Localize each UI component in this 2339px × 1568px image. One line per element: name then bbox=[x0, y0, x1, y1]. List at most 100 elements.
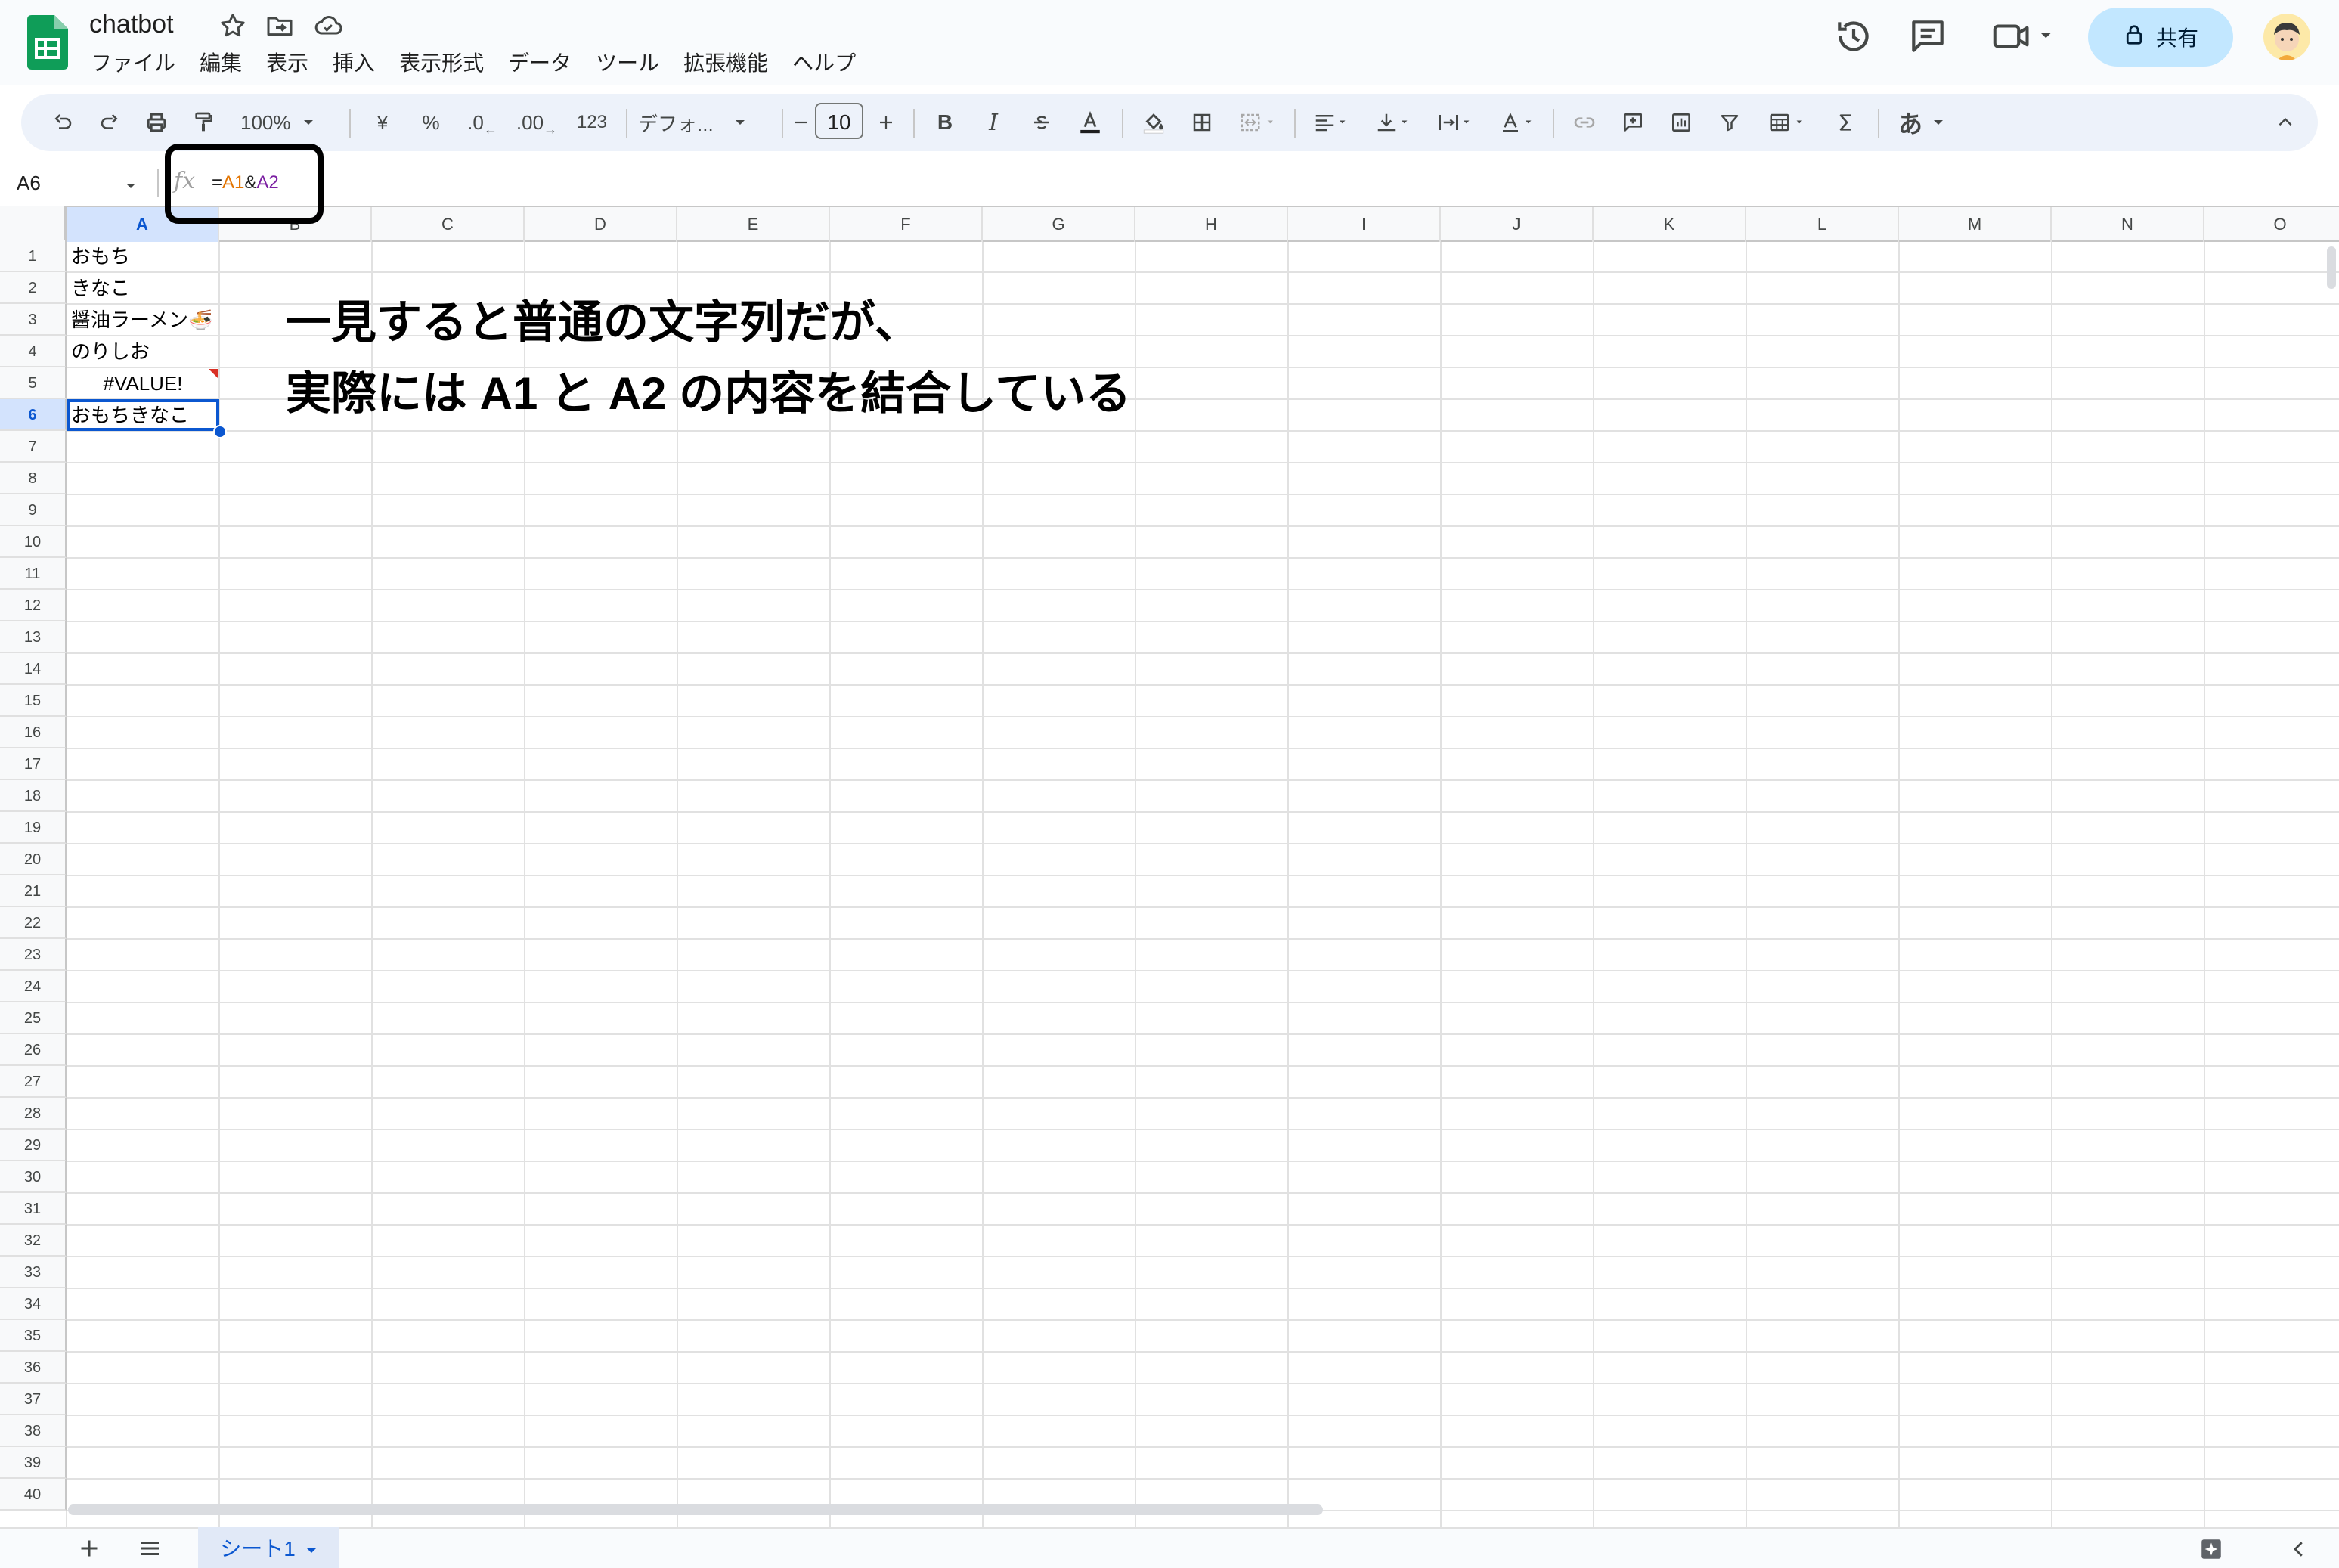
font-size-input[interactable]: 10 bbox=[815, 103, 863, 139]
error-indicator[interactable] bbox=[209, 369, 218, 378]
currency-format-button[interactable]: ¥ bbox=[361, 94, 404, 151]
text-color-icon[interactable] bbox=[1069, 94, 1111, 151]
row-header-22[interactable]: 22 bbox=[0, 907, 67, 939]
row-header-8[interactable]: 8 bbox=[0, 463, 67, 494]
row-header-5[interactable]: 5 bbox=[0, 367, 67, 399]
redo-icon[interactable] bbox=[91, 94, 129, 151]
version-history-icon[interactable] bbox=[1832, 15, 1875, 57]
row-header-28[interactable]: 28 bbox=[0, 1098, 67, 1130]
fill-color-icon[interactable] bbox=[1132, 94, 1175, 151]
filter-views-icon[interactable] bbox=[1757, 94, 1817, 151]
menu-view[interactable]: 表示 bbox=[254, 47, 321, 80]
row-header-25[interactable]: 25 bbox=[0, 1002, 67, 1034]
row-header-35[interactable]: 35 bbox=[0, 1320, 67, 1352]
row-header-32[interactable]: 32 bbox=[0, 1225, 67, 1257]
row-header-24[interactable]: 24 bbox=[0, 971, 67, 1002]
column-header-o[interactable]: O bbox=[2204, 207, 2339, 242]
row-header-38[interactable]: 38 bbox=[0, 1415, 67, 1447]
column-header-f[interactable]: F bbox=[830, 207, 983, 242]
number-format-button[interactable]: 123 bbox=[567, 94, 617, 151]
text-wrapping-icon[interactable] bbox=[1429, 94, 1483, 151]
row-header-9[interactable]: 9 bbox=[0, 494, 67, 526]
name-box-dropdown-icon[interactable] bbox=[125, 180, 136, 194]
row-header-27[interactable]: 27 bbox=[0, 1066, 67, 1098]
font-family-select[interactable]: デフォ... bbox=[638, 94, 774, 151]
sheet-tab-active[interactable]: シート1 bbox=[198, 1527, 339, 1568]
cell-a1[interactable]: おもち bbox=[67, 240, 219, 272]
input-tools-button[interactable]: あ bbox=[1888, 94, 1953, 151]
menu-extensions[interactable]: 拡張機能 bbox=[671, 47, 780, 80]
decrease-font-size-icon[interactable] bbox=[788, 94, 813, 151]
column-header-d[interactable]: D bbox=[525, 207, 677, 242]
insert-link-icon[interactable] bbox=[1563, 94, 1606, 151]
document-title[interactable]: chatbot bbox=[89, 6, 174, 42]
bold-button[interactable]: B bbox=[924, 94, 966, 151]
row-header-3[interactable]: 3 bbox=[0, 304, 67, 336]
vertical-scrollbar[interactable] bbox=[2327, 246, 2336, 289]
row-header-31[interactable]: 31 bbox=[0, 1193, 67, 1225]
star-icon[interactable] bbox=[218, 11, 248, 41]
increase-font-size-icon[interactable] bbox=[869, 94, 903, 151]
vertical-align-icon[interactable] bbox=[1367, 94, 1421, 151]
print-icon[interactable] bbox=[138, 94, 175, 151]
cloud-saved-icon[interactable] bbox=[313, 11, 343, 41]
horizontal-scrollbar[interactable] bbox=[68, 1504, 1323, 1515]
row-header-29[interactable]: 29 bbox=[0, 1130, 67, 1161]
row-header-11[interactable]: 11 bbox=[0, 558, 67, 590]
name-box[interactable]: A6 bbox=[17, 160, 138, 206]
insert-comment-icon[interactable] bbox=[1612, 94, 1654, 151]
menu-file[interactable]: ファイル bbox=[79, 47, 187, 80]
row-header-13[interactable]: 13 bbox=[0, 621, 67, 653]
explore-icon[interactable] bbox=[2198, 1536, 2224, 1562]
increase-decimal-button[interactable]: .00 → bbox=[508, 94, 565, 151]
column-header-e[interactable]: E bbox=[677, 207, 830, 242]
row-header-10[interactable]: 10 bbox=[0, 526, 67, 558]
meet-video-icon[interactable] bbox=[1990, 15, 2058, 57]
row-header-40[interactable]: 40 bbox=[0, 1479, 67, 1511]
cell-a2[interactable]: きなこ bbox=[67, 272, 219, 304]
zoom-select[interactable]: 100% bbox=[240, 94, 331, 151]
row-header-12[interactable]: 12 bbox=[0, 590, 67, 621]
row-header-20[interactable]: 20 bbox=[0, 844, 67, 875]
row-header-18[interactable]: 18 bbox=[0, 780, 67, 812]
share-button[interactable]: 共有 bbox=[2088, 8, 2233, 67]
row-header-26[interactable]: 26 bbox=[0, 1034, 67, 1066]
fill-handle[interactable] bbox=[213, 425, 227, 438]
row-header-21[interactable]: 21 bbox=[0, 875, 67, 907]
column-header-i[interactable]: I bbox=[1288, 207, 1441, 242]
row-header-14[interactable]: 14 bbox=[0, 653, 67, 685]
all-sheets-icon[interactable] bbox=[136, 1535, 163, 1562]
cell-a5[interactable]: #VALUE! bbox=[67, 367, 219, 399]
row-header-37[interactable]: 37 bbox=[0, 1384, 67, 1415]
column-header-c[interactable]: C bbox=[372, 207, 525, 242]
strikethrough-icon[interactable] bbox=[1021, 94, 1063, 151]
select-all-corner[interactable] bbox=[0, 206, 67, 240]
column-header-g[interactable]: G bbox=[983, 207, 1135, 242]
menu-edit[interactable]: 編集 bbox=[187, 47, 254, 80]
move-folder-icon[interactable] bbox=[265, 11, 295, 41]
row-header-15[interactable]: 15 bbox=[0, 685, 67, 717]
menu-help[interactable]: ヘルプ bbox=[780, 47, 868, 80]
borders-icon[interactable] bbox=[1181, 94, 1223, 151]
row-header-34[interactable]: 34 bbox=[0, 1288, 67, 1320]
italic-button[interactable]: I bbox=[972, 94, 1015, 151]
row-header-16[interactable]: 16 bbox=[0, 717, 67, 748]
undo-icon[interactable] bbox=[44, 94, 82, 151]
row-header-23[interactable]: 23 bbox=[0, 939, 67, 971]
row-header-1[interactable]: 1 bbox=[0, 240, 67, 272]
functions-icon[interactable] bbox=[1825, 94, 1867, 151]
percent-format-button[interactable]: % bbox=[410, 94, 452, 151]
paint-format-icon[interactable] bbox=[184, 94, 222, 151]
cell-a3[interactable]: 醤油ラーメン🍜 bbox=[67, 304, 219, 336]
comments-icon[interactable] bbox=[1907, 15, 1949, 57]
column-header-j[interactable]: J bbox=[1441, 207, 1594, 242]
filter-icon[interactable] bbox=[1709, 94, 1751, 151]
column-header-n[interactable]: N bbox=[2052, 207, 2204, 242]
row-header-19[interactable]: 19 bbox=[0, 812, 67, 844]
horizontal-align-icon[interactable] bbox=[1305, 94, 1359, 151]
menu-tools[interactable]: ツール bbox=[584, 47, 671, 80]
column-header-k[interactable]: K bbox=[1594, 207, 1746, 242]
sheets-logo-icon[interactable] bbox=[27, 15, 68, 70]
insert-chart-icon[interactable] bbox=[1660, 94, 1702, 151]
menu-format[interactable]: 表示形式 bbox=[387, 47, 496, 80]
